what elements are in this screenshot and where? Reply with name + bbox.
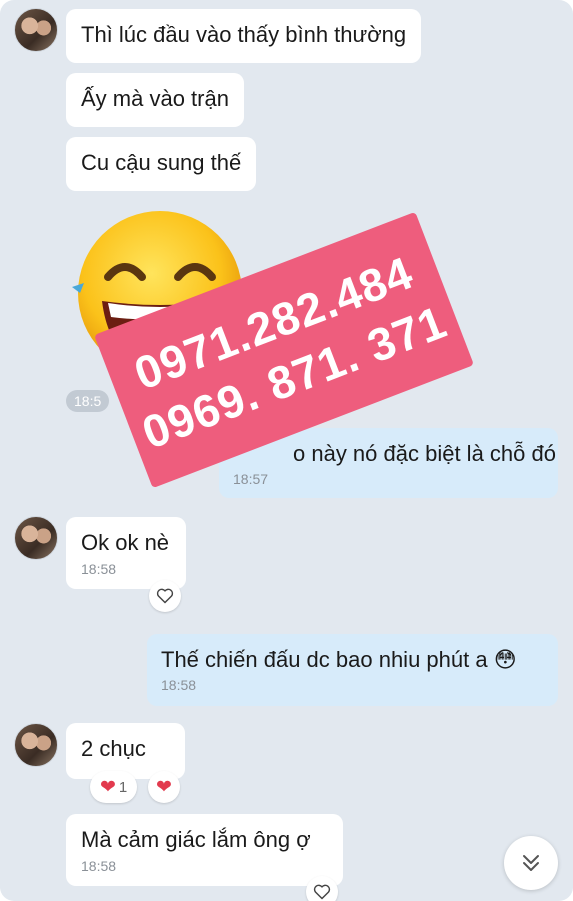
message-bubble-outgoing[interactable]: Thế chiến đấu dc bao nhiu phút a 😳 18:58 xyxy=(147,634,558,706)
message-text: o này nó đặc biệt là chỗ đó xyxy=(293,441,556,466)
flushed-emoji-icon: 😳 xyxy=(493,647,517,672)
heart-outline-icon[interactable] xyxy=(149,580,181,612)
avatar[interactable] xyxy=(14,516,58,560)
double-chevron-down-icon xyxy=(523,855,539,871)
message-time: 18:57 xyxy=(233,471,269,487)
message-time: 18:5 xyxy=(66,390,110,412)
message-text: Mà cảm giác lắm ông ợ xyxy=(81,827,311,852)
message-text: Ấy mà vào trận xyxy=(81,86,229,111)
reaction-count-value: 1 xyxy=(118,778,128,796)
avatar[interactable] xyxy=(14,8,58,52)
message-time: 18:58 xyxy=(161,677,197,693)
message-bubble-incoming[interactable]: Thì lúc đầu vào thấy bình thường xyxy=(66,9,422,63)
chat-screen: Thì lúc đầu vào thấy bình thường Ấy mà v… xyxy=(0,0,573,901)
reaction-count[interactable]: ❤ 1 xyxy=(90,771,138,803)
message-time: 18:58 xyxy=(81,561,117,577)
message-bubble-incoming[interactable]: Ok ok nè 18:58 xyxy=(66,517,186,589)
message-text: Ok ok nè xyxy=(81,530,170,555)
message-bubble-incoming[interactable]: Mà cảm giác lắm ông ợ 18:58 xyxy=(66,814,343,886)
message-text: 2 chục xyxy=(81,736,146,761)
message-text: Cu cậu sung thế xyxy=(81,150,242,175)
message-time: 18:58 xyxy=(81,858,117,874)
heart-filled-icon: ❤ xyxy=(100,776,116,798)
avatar[interactable] xyxy=(14,723,58,767)
heart-outline-icon[interactable] xyxy=(306,876,338,901)
message-text: Thì lúc đầu vào thấy bình thường xyxy=(81,22,407,47)
message-text: Thế chiến đấu dc bao nhiu phút a xyxy=(161,647,488,672)
message-bubble-incoming[interactable]: Cu cậu sung thế xyxy=(66,137,257,191)
heart-filled-icon[interactable]: ❤ xyxy=(148,771,180,803)
scroll-down-button[interactable] xyxy=(504,836,558,890)
message-bubble-incoming[interactable]: Ấy mà vào trận xyxy=(66,73,244,127)
